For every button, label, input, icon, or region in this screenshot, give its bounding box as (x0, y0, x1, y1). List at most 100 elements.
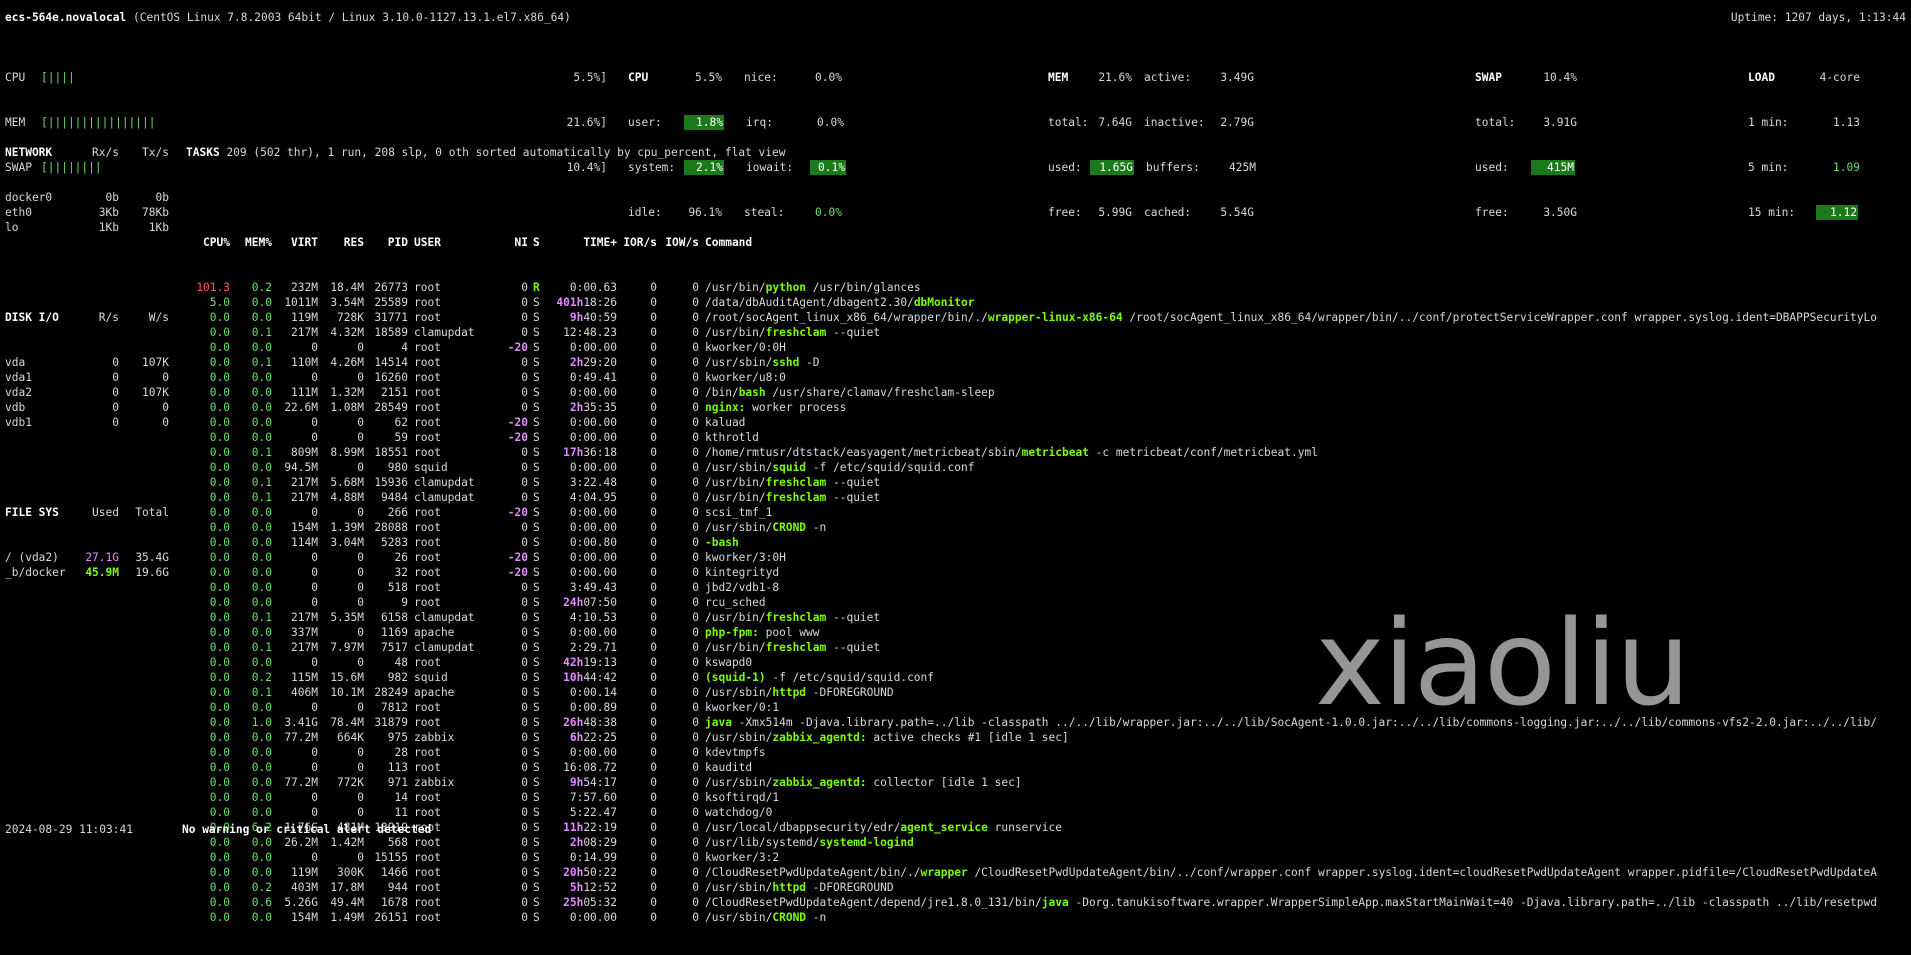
process-iow: 0 (692, 671, 699, 684)
process-command: /home/rmtusr/dtstack/easyagent/metricbea… (699, 446, 1318, 459)
process-user: root (414, 866, 441, 879)
process-pid: 16260 (374, 371, 408, 384)
process-res: 78.4M (330, 716, 364, 729)
process-time: 4:10.53 (549, 610, 617, 625)
process-time: 0:00.00 (549, 460, 617, 475)
process-cpu: 101.3 (196, 281, 230, 294)
process-res: 1.32M (330, 386, 364, 399)
column-header-res: RES (343, 236, 364, 249)
process-ior: 0 (650, 356, 657, 369)
command-args: --quiet (826, 476, 881, 489)
process-cpu: 0.0 (209, 671, 230, 684)
process-ior: 0 (650, 821, 657, 834)
process-ior: 0 (650, 656, 657, 669)
process-res: 0 (357, 851, 364, 864)
process-time: 3:22.48 (549, 475, 617, 490)
tasks-summary: 209 (502 thr), 1 run, 208 slp, 0 oth sor… (226, 146, 786, 159)
process-nice: 0 (521, 866, 528, 879)
process-cpu: 0.0 (209, 776, 230, 789)
process-command: /usr/bin/freshclam --quiet (699, 641, 880, 654)
process-pid: 975 (387, 731, 408, 744)
process-ior: 0 (650, 686, 657, 699)
process-command: php-fpm: pool www (699, 626, 820, 639)
process-ior: 0 (650, 476, 657, 489)
process-virt: 0 (311, 656, 318, 669)
process-res: 0 (357, 596, 364, 609)
process-pid: 25589 (374, 296, 408, 309)
process-pid: 28 (394, 746, 408, 759)
process-time-rest: 7:57.60 (569, 791, 617, 804)
process-iow: 0 (692, 341, 699, 354)
command-path: rcu_sched (705, 596, 766, 609)
process-ior: 0 (650, 761, 657, 774)
process-pid: 28549 (374, 401, 408, 414)
process-mem: 0.1 (251, 686, 272, 699)
process-iow: 0 (692, 521, 699, 534)
process-user: root (414, 896, 441, 909)
process-nice: 0 (521, 761, 528, 774)
process-user: zabbix (414, 731, 455, 744)
command-path: /usr/sbin/ (705, 686, 773, 699)
process-user: root (414, 506, 441, 519)
process-time-rest: 0:49.41 (569, 371, 617, 384)
command-program: python (765, 281, 807, 294)
process-row: 0.0 0.0 0 0 59 root -20 S 0:00.00 0 0 kthrotld (186, 430, 1906, 445)
process-time-rest: 29:20 (583, 356, 617, 369)
command-path: /usr/lib/systemd/ (705, 836, 820, 849)
process-ior: 0 (650, 326, 657, 339)
process-mem: 0.0 (251, 551, 272, 564)
process-status: S (533, 296, 540, 309)
process-mem: 0.0 (251, 311, 272, 324)
process-command: kauditd (699, 761, 752, 774)
command-program: nginx: (705, 401, 746, 414)
process-time-rest: 3:49.43 (569, 581, 617, 594)
process-time-rest: 4:04.95 (569, 491, 617, 504)
process-ior: 0 (650, 776, 657, 789)
process-pid: 971 (387, 776, 408, 789)
process-iow: 0 (692, 881, 699, 894)
process-cpu: 0.0 (209, 611, 230, 624)
network-tx: 78Kb (142, 206, 169, 219)
command-args: pool www (758, 626, 820, 639)
process-status: S (533, 821, 540, 834)
command-path: /usr/bin/ (705, 641, 766, 654)
process-command: /data/dbAuditAgent/dbagent2.30/dbMonitor (699, 296, 974, 309)
command-args: -n (806, 521, 827, 534)
process-mem: 0.0 (251, 341, 272, 354)
process-nice: 0 (521, 656, 528, 669)
process-user: root (414, 581, 441, 594)
process-time-rest: 4:10.53 (569, 611, 617, 624)
process-iow: 0 (692, 386, 699, 399)
process-ior: 0 (650, 431, 657, 444)
process-res: 0 (357, 416, 364, 429)
process-pid: 15936 (374, 476, 408, 489)
command-args: -DFOREGROUND (806, 686, 894, 699)
process-time-rest: 18:26 (583, 296, 617, 309)
process-res: 0 (357, 371, 364, 384)
command-program: -bash (705, 536, 739, 549)
cpu-bar-pct: 5.5%] (573, 71, 607, 84)
process-cpu: 0.0 (209, 641, 230, 654)
process-time-rest: 0:00.00 (569, 386, 617, 399)
cpu-bar: [|||| (41, 71, 75, 84)
process-command: /usr/sbin/sshd -D (699, 356, 820, 369)
process-iow: 0 (692, 821, 699, 834)
process-cpu: 0.0 (209, 416, 230, 429)
process-ior: 0 (650, 281, 657, 294)
process-nice: 0 (521, 326, 528, 339)
process-user: root (414, 836, 441, 849)
process-status: S (533, 836, 540, 849)
process-pid: 266 (387, 506, 408, 519)
process-iow: 0 (692, 761, 699, 774)
process-ior: 0 (650, 416, 657, 429)
network-row: lo 1Kb 1Kb (5, 220, 175, 235)
process-ior: 0 (650, 896, 657, 909)
process-nice: 0 (521, 296, 528, 309)
process-mem: 0.0 (251, 506, 272, 519)
process-pid: 7517 (381, 641, 408, 654)
process-virt: 217M (291, 476, 318, 489)
process-mem: 0.1 (251, 446, 272, 459)
process-mem: 0.6 (251, 896, 272, 909)
process-cpu: 0.0 (209, 326, 230, 339)
process-row: 0.0 0.0 0 0 16260 root 0 S 0:49.41 0 0 kworker/u8:0 (186, 370, 1906, 385)
